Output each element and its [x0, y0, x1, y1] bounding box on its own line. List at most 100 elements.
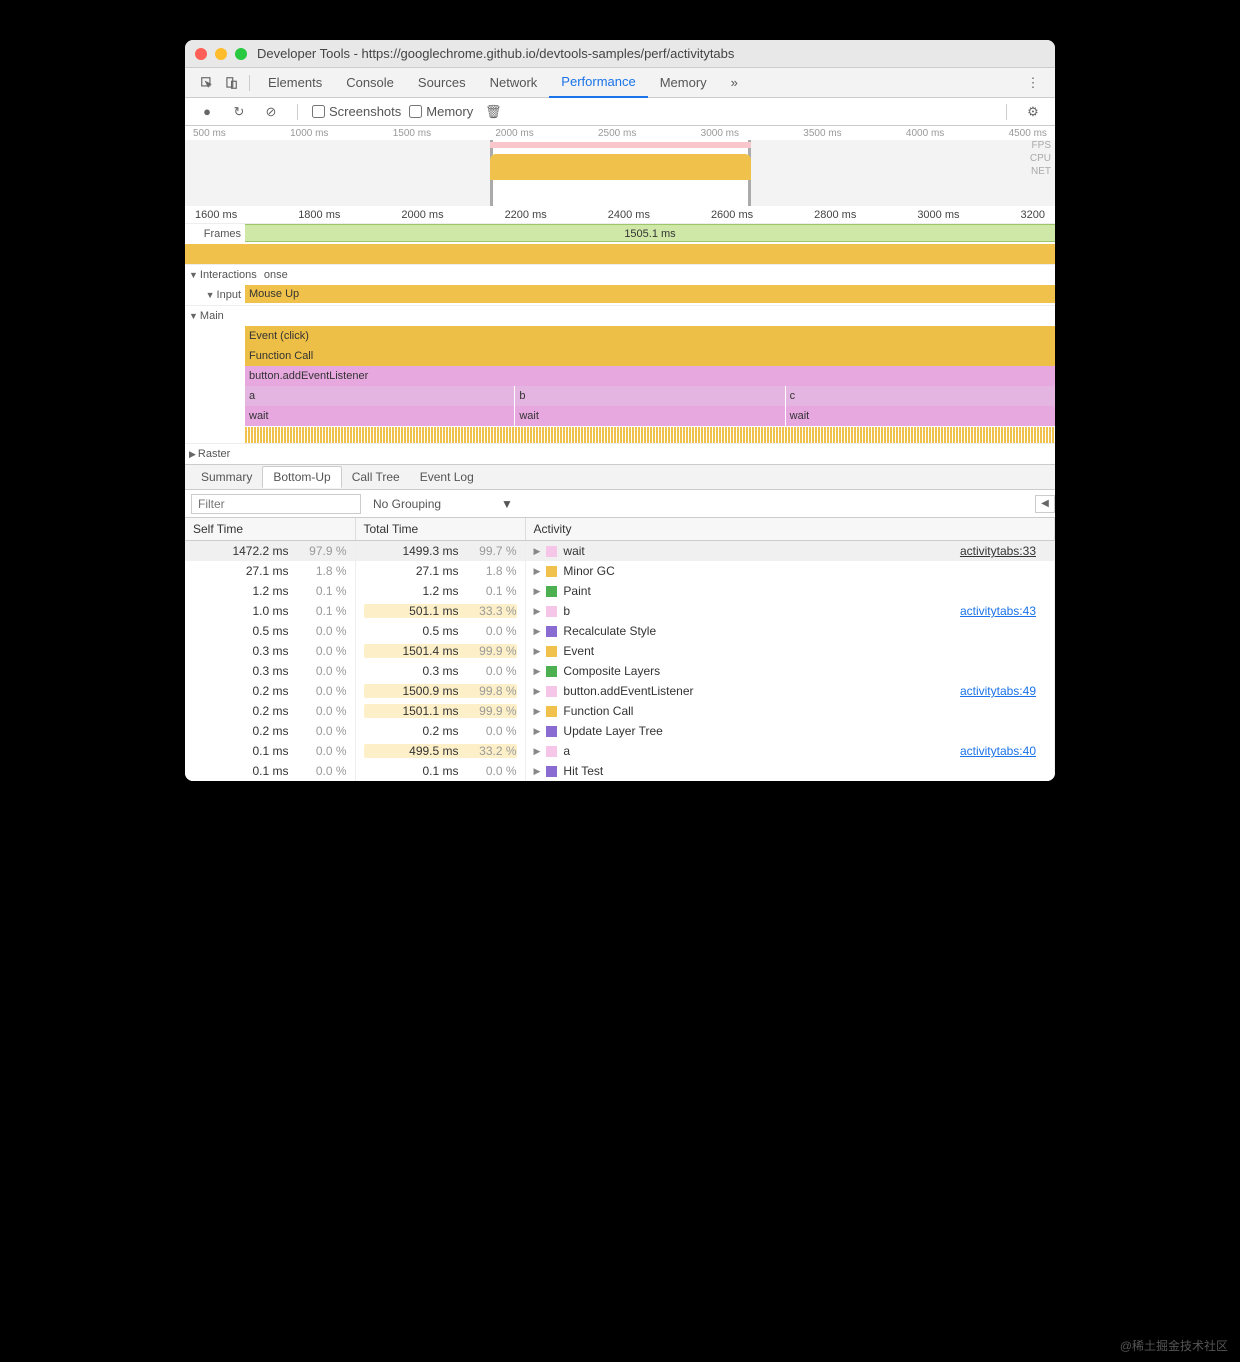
clear-icon[interactable]: ⊘ — [259, 100, 283, 124]
color-swatch — [546, 626, 557, 637]
table-row[interactable]: 0.5 ms0.0 %0.5 ms0.0 %▶Recalculate Style — [185, 621, 1055, 641]
table-row[interactable]: 1472.2 ms97.9 %1499.3 ms99.7 %▶waitactiv… — [185, 541, 1055, 562]
color-swatch — [546, 586, 557, 597]
activity-name: Function Call — [563, 704, 633, 718]
detail-tabs: Summary Bottom-Up Call Tree Event Log — [185, 464, 1055, 490]
input-event[interactable]: Mouse Up — [245, 285, 1055, 303]
activity-name: b — [563, 604, 570, 618]
table-row[interactable]: 0.1 ms0.0 %499.5 ms33.2 %▶aactivitytabs:… — [185, 741, 1055, 761]
event-wait[interactable]: wait — [245, 406, 514, 426]
expand-icon[interactable]: ▶ — [534, 726, 541, 737]
event-click[interactable]: Event (click) — [245, 326, 1055, 346]
activity-name: a — [563, 744, 570, 758]
expand-icon[interactable]: ▶ — [534, 606, 541, 617]
expand-icon[interactable]: ▶ — [534, 646, 541, 657]
task-stripes — [245, 427, 1055, 443]
frames-detail — [185, 244, 1055, 264]
source-link[interactable]: activitytabs:33 — [960, 544, 1036, 558]
tab-network[interactable]: Network — [478, 68, 550, 98]
color-swatch — [546, 666, 557, 677]
expand-icon[interactable]: ▶ — [534, 626, 541, 637]
table-row[interactable]: 0.2 ms0.0 %1500.9 ms99.8 %▶button.addEve… — [185, 681, 1055, 701]
table-row[interactable]: 0.3 ms0.0 %0.3 ms0.0 %▶Composite Layers — [185, 661, 1055, 681]
table-row[interactable]: 1.0 ms0.1 %501.1 ms33.3 %▶bactivitytabs:… — [185, 601, 1055, 621]
tab-memory[interactable]: Memory — [648, 68, 719, 98]
maximize-icon[interactable] — [235, 48, 247, 60]
minimize-icon[interactable] — [215, 48, 227, 60]
device-icon[interactable] — [219, 71, 243, 95]
overview-labels: FPSCPUNET — [1030, 140, 1051, 177]
tab-summary[interactable]: Summary — [191, 467, 262, 487]
expand-icon[interactable]: ▶ — [534, 686, 541, 697]
tab-console[interactable]: Console — [334, 68, 406, 98]
flame-ruler: 1600 ms1800 ms2000 ms2200 ms2400 ms2600 … — [185, 206, 1055, 224]
tab-bottom-up[interactable]: Bottom-Up — [262, 466, 341, 488]
tab-event-log[interactable]: Event Log — [410, 467, 484, 487]
expand-icon[interactable]: ▶ — [534, 666, 541, 677]
flame-chart[interactable]: 1600 ms1800 ms2000 ms2200 ms2400 ms2600 … — [185, 206, 1055, 464]
tab-more[interactable]: » — [719, 68, 750, 98]
close-icon[interactable] — [195, 48, 207, 60]
watermark: @稀土掘金技术社区 — [1120, 1337, 1228, 1354]
trash-icon[interactable]: 🗑 — [481, 100, 505, 124]
color-swatch — [546, 706, 557, 717]
heaviest-stack-icon[interactable]: ◀ — [1035, 495, 1055, 513]
reload-icon[interactable]: ↻ — [227, 100, 251, 124]
raster-track[interactable]: ▶Raster — [185, 444, 1055, 464]
inspect-icon[interactable] — [195, 71, 219, 95]
tab-sources[interactable]: Sources — [406, 68, 478, 98]
activity-name: button.addEventListener — [563, 684, 693, 698]
col-activity[interactable]: Activity — [525, 518, 1055, 541]
tab-performance[interactable]: Performance — [549, 68, 647, 98]
grouping-select[interactable]: No Grouping▼ — [367, 495, 519, 513]
event-b[interactable]: b — [515, 386, 784, 406]
filter-input[interactable] — [191, 494, 361, 514]
color-swatch — [546, 686, 557, 697]
tab-elements[interactable]: Elements — [256, 68, 334, 98]
activity-name: Event — [563, 644, 594, 658]
event-function-call[interactable]: Function Call — [245, 346, 1055, 366]
event-c[interactable]: c — [786, 386, 1055, 406]
expand-icon[interactable]: ▶ — [534, 586, 541, 597]
color-swatch — [546, 766, 557, 777]
event-listener[interactable]: button.addEventListener — [245, 366, 1055, 386]
expand-icon[interactable]: ▶ — [534, 566, 541, 577]
table-row[interactable]: 27.1 ms1.8 %27.1 ms1.8 %▶Minor GC — [185, 561, 1055, 581]
event-a[interactable]: a — [245, 386, 514, 406]
frames-track[interactable]: Frames 1505.1 ms — [185, 224, 1055, 265]
overview-body[interactable]: FPSCPUNET — [185, 140, 1055, 206]
memory-checkbox[interactable]: Memory — [409, 104, 473, 119]
screenshots-checkbox[interactable]: Screenshots — [312, 104, 401, 119]
col-self-time[interactable]: Self Time — [185, 518, 355, 541]
bottom-up-table: Self Time Total Time Activity 1472.2 ms9… — [185, 518, 1055, 781]
table-row[interactable]: 1.2 ms0.1 %1.2 ms0.1 %▶Paint — [185, 581, 1055, 601]
tab-call-tree[interactable]: Call Tree — [342, 467, 410, 487]
table-row[interactable]: 0.2 ms0.0 %0.2 ms0.0 %▶Update Layer Tree — [185, 721, 1055, 741]
overview-panel[interactable]: 500 ms1000 ms1500 ms2000 ms2500 ms3000 m… — [185, 126, 1055, 206]
source-link[interactable]: activitytabs:49 — [960, 684, 1036, 698]
color-swatch — [546, 646, 557, 657]
table-row[interactable]: 0.2 ms0.0 %1501.1 ms99.9 %▶Function Call — [185, 701, 1055, 721]
frames-bar[interactable]: 1505.1 ms — [245, 224, 1055, 242]
expand-icon[interactable]: ▶ — [534, 546, 541, 557]
expand-icon[interactable]: ▶ — [534, 746, 541, 757]
table-row[interactable]: 0.3 ms0.0 %1501.4 ms99.9 %▶Event — [185, 641, 1055, 661]
source-link[interactable]: activitytabs:40 — [960, 744, 1036, 758]
divider — [249, 75, 250, 91]
overview-ruler: 500 ms1000 ms1500 ms2000 ms2500 ms3000 m… — [185, 126, 1055, 140]
event-wait[interactable]: wait — [786, 406, 1055, 426]
divider — [297, 104, 298, 120]
activity-name: Update Layer Tree — [563, 724, 662, 738]
record-icon[interactable]: ● — [195, 100, 219, 124]
main-track[interactable]: ▼Main Event (click) Function Call button… — [185, 306, 1055, 444]
gear-icon[interactable]: ⚙ — [1021, 100, 1045, 124]
col-total-time[interactable]: Total Time — [355, 518, 525, 541]
table-row[interactable]: 0.1 ms0.0 %0.1 ms0.0 %▶Hit Test — [185, 761, 1055, 781]
kebab-icon[interactable]: ⋮ — [1021, 71, 1045, 95]
color-swatch — [546, 746, 557, 757]
expand-icon[interactable]: ▶ — [534, 706, 541, 717]
source-link[interactable]: activitytabs:43 — [960, 604, 1036, 618]
event-wait[interactable]: wait — [515, 406, 784, 426]
expand-icon[interactable]: ▶ — [534, 766, 541, 777]
interactions-track[interactable]: ▼Interactions onse ▼Input Mouse Up — [185, 265, 1055, 306]
